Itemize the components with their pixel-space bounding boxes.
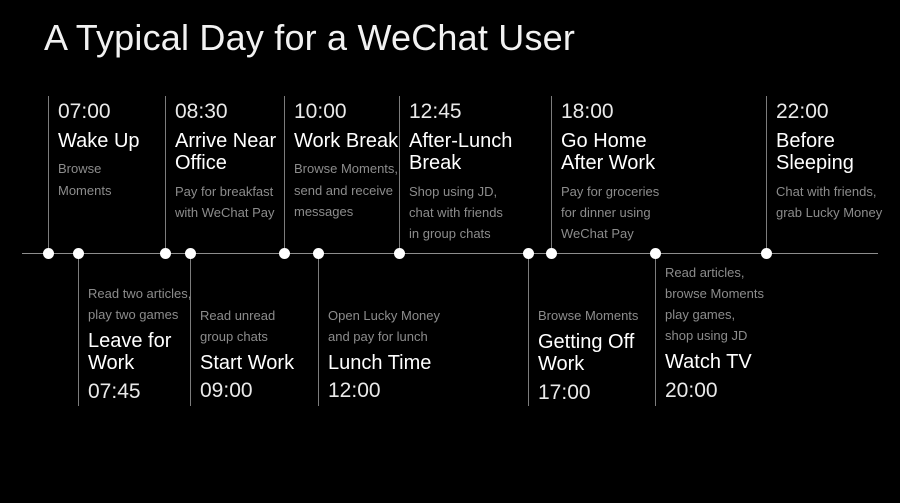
description-line: messages bbox=[294, 203, 354, 219]
activity-name: Watch TV bbox=[665, 351, 752, 374]
timeline-dot[interactable] bbox=[522, 248, 534, 259]
activity-description: Read unread group chats bbox=[200, 305, 312, 347]
timeline-dot[interactable] bbox=[42, 248, 54, 259]
description-line: Browse bbox=[58, 161, 102, 177]
description-line: Shop using JD, bbox=[409, 183, 498, 199]
activity-description: Chat with friends, grab Lucky Money bbox=[776, 181, 896, 223]
timeline-entry-below[interactable]: Read unread group chats Start Work 09:00 bbox=[200, 305, 312, 403]
description-line: play two games bbox=[88, 307, 179, 323]
activity-time: 20:00 bbox=[665, 378, 718, 402]
connector-rule bbox=[190, 254, 191, 406]
description-line: grab Lucky Money bbox=[776, 204, 883, 220]
timeline-entry-above[interactable]: 12:45 After-Lunch Break Shop using JD, chat… bbox=[409, 100, 529, 244]
description-line: Open Lucky Money bbox=[328, 308, 441, 323]
activity-name: Start Work bbox=[200, 352, 295, 375]
timeline-entry-above[interactable]: 18:00 Go Home After Work Pay for groceries… bbox=[561, 100, 681, 244]
description-line: for dinner using bbox=[561, 204, 651, 220]
activity-name: Wake Up bbox=[58, 130, 140, 153]
activity-description: Browse Moments bbox=[538, 305, 656, 326]
description-line: chat with friends bbox=[409, 204, 503, 220]
connector-rule bbox=[318, 254, 319, 406]
description-line: Chat with friends, bbox=[776, 183, 877, 199]
timeline-entry-below[interactable]: Read articles, browse Moments play games, s… bbox=[665, 262, 787, 402]
description-line: shop using JD bbox=[665, 328, 748, 344]
activity-description: Browse Moments, send and receive messages bbox=[294, 158, 406, 221]
description-line: with WeChat Pay bbox=[175, 204, 275, 220]
timeline-entry-below[interactable]: Read two articles, play two games Leave fo… bbox=[88, 283, 206, 403]
timeline-dot[interactable] bbox=[159, 248, 171, 259]
description-line: group chats bbox=[200, 329, 268, 345]
activity-time: 08:30 bbox=[175, 100, 228, 123]
activity-name: Lunch Time bbox=[328, 352, 432, 375]
connector-rule bbox=[655, 254, 656, 406]
description-line: send and receive bbox=[294, 182, 394, 198]
activity-time: 07:00 bbox=[58, 100, 111, 123]
timeline-dot[interactable] bbox=[649, 248, 661, 259]
connector-rule bbox=[78, 254, 79, 406]
activity-time: 12:45 bbox=[409, 100, 462, 123]
activity-name: Work Break bbox=[294, 130, 399, 153]
activity-description: Pay for breakfast with WeChat Pay bbox=[175, 181, 293, 223]
timeline-dot[interactable] bbox=[393, 248, 405, 259]
connector-rule bbox=[551, 96, 552, 254]
description-line: Browse Moments, bbox=[294, 161, 399, 177]
timeline-dot[interactable] bbox=[545, 248, 557, 259]
page-title: A Typical Day for a WeChat User bbox=[44, 17, 576, 58]
timeline-entry-above[interactable]: 10:00 Work Break Browse Moments, send and r… bbox=[294, 100, 406, 222]
timeline-entry-below[interactable]: Open Lucky Money and pay for lunch Lunch T… bbox=[328, 305, 454, 403]
description-line: in group chats bbox=[409, 225, 491, 241]
activity-time: 10:00 bbox=[294, 100, 347, 123]
timeline-entry-above[interactable]: 22:00 Before Sleeping Chat with friends, gr… bbox=[776, 100, 896, 223]
timeline-dot[interactable] bbox=[312, 248, 324, 259]
description-line: Pay for breakfast bbox=[175, 183, 274, 199]
activity-description: Browse Moments bbox=[58, 158, 168, 200]
activity-time: 22:00 bbox=[776, 100, 829, 123]
description-line: Browse Moments bbox=[538, 308, 639, 323]
connector-rule bbox=[165, 96, 166, 254]
connector-rule bbox=[766, 96, 767, 254]
activity-name: Before Sleeping bbox=[776, 130, 854, 175]
description-line: Pay for groceries bbox=[561, 183, 660, 199]
activity-name: Go Home After Work bbox=[561, 130, 656, 175]
activity-description: Open Lucky Money and pay for lunch bbox=[328, 305, 454, 347]
activity-name: Arrive Near Office bbox=[175, 130, 277, 175]
activity-description: Pay for groceries for dinner using WeChat … bbox=[561, 181, 681, 244]
activity-description: Read articles, browse Moments play games, s… bbox=[665, 262, 787, 346]
description-line: Read articles, bbox=[665, 265, 745, 280]
activity-time: 07:45 bbox=[88, 379, 141, 403]
timeline-dot[interactable] bbox=[184, 248, 196, 259]
timeline-dot[interactable] bbox=[278, 248, 290, 259]
activity-time: 09:00 bbox=[200, 379, 253, 403]
timeline-entry-above[interactable]: 08:30 Arrive Near Office Pay for breakfast… bbox=[175, 100, 293, 223]
description-line: Read two articles, bbox=[88, 286, 192, 301]
timeline-entry-above[interactable]: 07:00 Wake Up Browse Moments bbox=[58, 100, 168, 201]
timeline-dot[interactable] bbox=[760, 248, 772, 259]
activity-name: After-Lunch Break bbox=[409, 130, 513, 175]
description-line: browse Moments bbox=[665, 286, 764, 302]
timeline-dot[interactable] bbox=[72, 248, 84, 259]
activity-time: 17:00 bbox=[538, 380, 591, 404]
timeline-entry-below[interactable]: Browse Moments Getting Off Work 17:00 bbox=[538, 305, 656, 404]
connector-rule bbox=[48, 96, 49, 254]
infographic-canvas: A Typical Day for a WeChat User 07:00 Wak… bbox=[0, 0, 900, 503]
description-line: Moments bbox=[58, 182, 112, 198]
activity-time: 12:00 bbox=[328, 379, 381, 403]
connector-rule bbox=[528, 254, 529, 406]
connector-rule bbox=[284, 96, 285, 254]
activity-description: Read two articles, play two games bbox=[88, 283, 206, 325]
description-line: WeChat Pay bbox=[561, 225, 634, 241]
connector-rule bbox=[399, 96, 400, 254]
timeline-axis bbox=[22, 253, 878, 254]
activity-time: 18:00 bbox=[561, 100, 614, 123]
activity-name: Getting Off Work bbox=[538, 331, 635, 376]
activity-description: Shop using JD, chat with friends in group … bbox=[409, 181, 529, 244]
description-line: Read unread bbox=[200, 308, 276, 323]
description-line: and pay for lunch bbox=[328, 329, 428, 345]
description-line: play games, bbox=[665, 307, 736, 323]
activity-name: Leave for Work bbox=[88, 330, 172, 375]
